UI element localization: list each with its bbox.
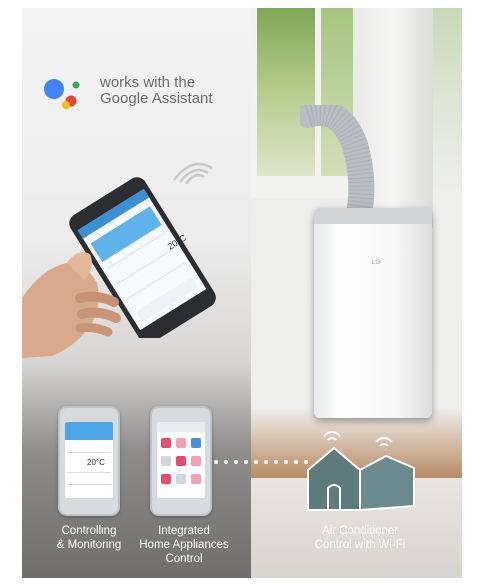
- caption-line: Control: [165, 553, 203, 565]
- ac-control-panel: [314, 208, 432, 224]
- caption-integrated: Integrated Home Appliances Control: [126, 524, 242, 566]
- exhaust-hose: [300, 105, 375, 220]
- device-screen: [157, 422, 205, 498]
- assistant-text: works with the Google Assistant: [100, 75, 213, 107]
- ac-logo: LG: [372, 260, 381, 266]
- caption-line: Control with Wi-Fi: [314, 539, 406, 551]
- assistant-line2: Google Assistant: [100, 90, 213, 107]
- google-assistant-icon: [44, 79, 80, 109]
- caption-ac-wifi: Air Conditioner Control with Wi-Fi: [290, 524, 430, 552]
- google-assistant-badge: works with the Google Assistant: [42, 70, 242, 114]
- caption-line: Air Conditioner: [321, 525, 399, 537]
- hand: [22, 252, 121, 358]
- house-wifi-icon: [307, 431, 415, 512]
- caption-line: Home Appliances: [139, 539, 229, 551]
- device-screen: 20°C: [65, 422, 113, 498]
- device-integrated: [150, 406, 212, 516]
- caption-controlling: Controlling & Monitoring: [44, 524, 134, 552]
- assistant-line1: works with the: [100, 74, 196, 91]
- device-controlling: 20°C: [58, 406, 120, 516]
- poster: works with the Google Assistant 20°C 20°…: [0, 0, 478, 585]
- portable-air-conditioner: LG: [314, 208, 432, 418]
- caption-line: Integrated: [158, 525, 210, 537]
- caption-line: & Monitoring: [56, 539, 122, 551]
- device-temperature: 20°C: [87, 458, 105, 467]
- caption-line: Controlling: [61, 525, 117, 537]
